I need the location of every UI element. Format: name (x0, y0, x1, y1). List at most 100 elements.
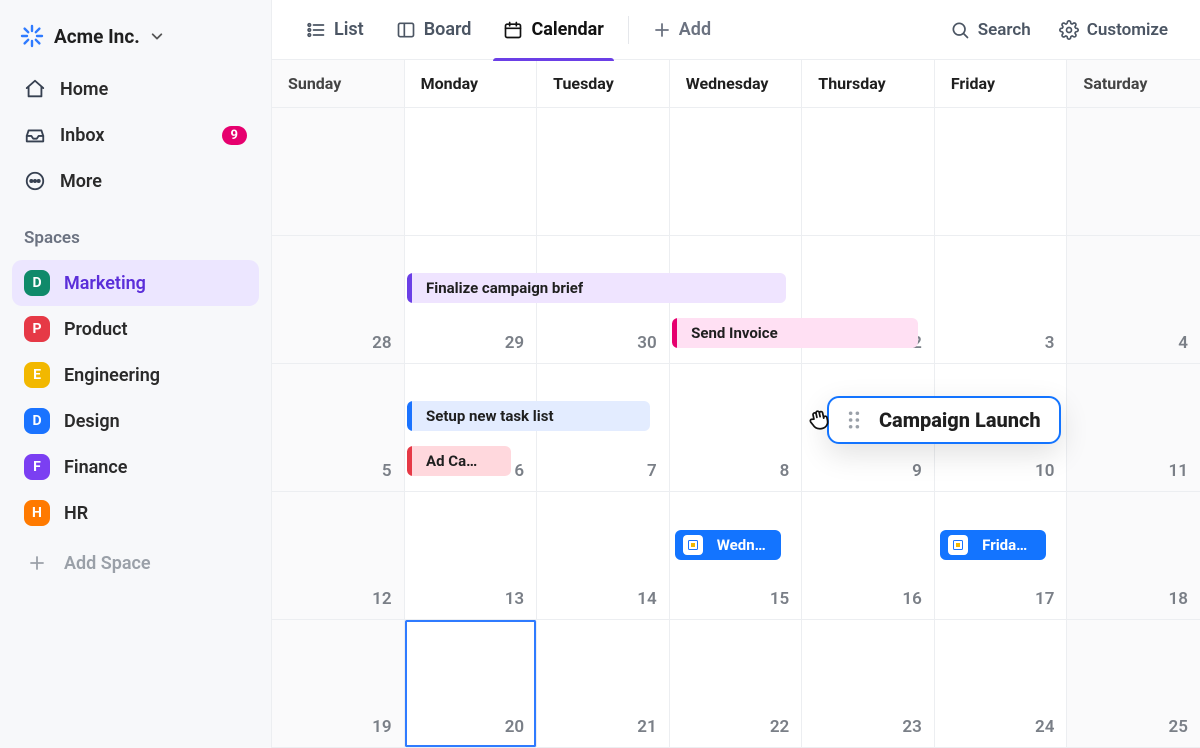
calendar-cell[interactable]: 19 (272, 620, 405, 748)
calendar-icon (503, 20, 523, 40)
calendar-cell[interactable]: 8 (670, 364, 803, 492)
google-calendar-icon (948, 535, 968, 555)
calendar-cell[interactable]: 12 (272, 492, 405, 620)
space-avatar: P (24, 316, 50, 342)
calendar-cell[interactable]: 14 (537, 492, 670, 620)
day-header: Friday (935, 60, 1068, 107)
calendar-cell[interactable]: 5 (272, 364, 405, 492)
day-header: Wednesday (670, 60, 803, 107)
space-item-engineering[interactable]: EEngineering (12, 352, 259, 398)
nav-home[interactable]: Home (12, 68, 259, 110)
event-label: Send Invoice (685, 324, 778, 342)
customize-button[interactable]: Customize (1047, 10, 1180, 50)
calendar-cell[interactable] (405, 108, 538, 236)
main: List Board Calendar Add (272, 0, 1200, 748)
space-item-hr[interactable]: HHR (12, 490, 259, 536)
event-label: Setup new task list (420, 407, 554, 425)
calendar-cell[interactable]: 23 (802, 620, 935, 748)
space-avatar: H (24, 500, 50, 526)
day-header: Saturday (1067, 60, 1200, 107)
day-number: 24 (1035, 717, 1054, 737)
calendar-cell[interactable] (802, 108, 935, 236)
space-avatar: D (24, 408, 50, 434)
tab-list[interactable]: List (292, 0, 378, 60)
calendar-cell[interactable]: 18 (1067, 492, 1200, 620)
calendar-cell[interactable]: 24 (935, 620, 1068, 748)
calendar-cell[interactable] (670, 108, 803, 236)
dragging-event-campaign-launch[interactable]: Campaign Launch (827, 396, 1061, 444)
search-button[interactable]: Search (938, 10, 1043, 50)
inbox-icon (24, 124, 46, 146)
nav-more-label: More (60, 171, 102, 192)
day-number: 23 (902, 717, 921, 737)
chevron-down-icon (150, 29, 164, 43)
calendar-cell[interactable]: 16 (802, 492, 935, 620)
tab-add-view[interactable]: Add (639, 0, 725, 60)
add-space-button[interactable]: Add Space (12, 540, 259, 586)
tab-calendar-label: Calendar (531, 19, 603, 40)
event-finalize-campaign-brief[interactable]: Finalize campaign brief (407, 273, 786, 303)
tab-calendar[interactable]: Calendar (489, 0, 617, 60)
calendar-cell[interactable]: 28 (272, 236, 405, 364)
day-number: 9 (912, 461, 922, 481)
day-number: 28 (372, 333, 391, 353)
calendar-cell[interactable] (272, 108, 405, 236)
day-number: 30 (637, 333, 656, 353)
day-number: 7 (647, 461, 657, 481)
calendar-cell[interactable]: 13 (405, 492, 538, 620)
calendar-cell[interactable]: 21 (537, 620, 670, 748)
day-header: Tuesday (537, 60, 670, 107)
workspace-switcher[interactable]: Acme Inc. (12, 18, 259, 64)
dragging-event-label: Campaign Launch (879, 408, 1041, 432)
day-number: 29 (505, 333, 524, 353)
space-item-marketing[interactable]: DMarketing (12, 260, 259, 306)
space-avatar: D (24, 270, 50, 296)
day-number: 21 (637, 717, 656, 737)
calendar-cell[interactable]: 20 (405, 620, 538, 748)
nav-more[interactable]: More (12, 160, 259, 202)
nav-inbox[interactable]: Inbox 9 (12, 114, 259, 156)
calendar: SundayMondayTuesdayWednesdayThursdayFrid… (272, 60, 1200, 748)
calendar-grid[interactable]: 2829301234567891011121314151617181920212… (272, 108, 1200, 748)
day-number: 8 (780, 461, 790, 481)
space-label: Engineering (64, 365, 160, 386)
plus-icon (653, 21, 671, 39)
nav-inbox-label: Inbox (60, 125, 104, 146)
space-item-finance[interactable]: FFinance (12, 444, 259, 490)
day-number: 15 (770, 589, 789, 609)
space-label: Product (64, 319, 128, 340)
calendar-cell[interactable]: 25 (1067, 620, 1200, 748)
workspace-logo-icon (20, 24, 44, 48)
space-item-design[interactable]: DDesign (12, 398, 259, 444)
divider (628, 16, 629, 44)
event-color-bar (407, 446, 412, 476)
event-send-invoice[interactable]: Send Invoice (672, 318, 918, 348)
event-gcal-friday[interactable]: Frida… (940, 530, 1046, 560)
event-ad-campaign[interactable]: Ad Ca… (407, 446, 511, 476)
calendar-cell[interactable]: 4 (1067, 236, 1200, 364)
list-icon (306, 20, 326, 40)
calendar-cell[interactable]: 22 (670, 620, 803, 748)
event-gcal-wednesday[interactable]: Wedn… (675, 530, 781, 560)
customize-label: Customize (1087, 20, 1168, 40)
day-header: Sunday (272, 60, 405, 107)
day-number: 16 (902, 589, 921, 609)
day-number: 25 (1169, 717, 1188, 737)
day-number: 13 (505, 589, 524, 609)
space-item-product[interactable]: P Product (12, 306, 259, 352)
calendar-cell[interactable] (1067, 108, 1200, 236)
search-label: Search (978, 20, 1031, 40)
event-label: Frida… (976, 536, 1027, 554)
day-header: Monday (405, 60, 538, 107)
calendar-cell[interactable]: 11 (1067, 364, 1200, 492)
calendar-cell[interactable]: 3 (935, 236, 1068, 364)
spaces-list: DMarketing P Product EEngineeringDDesignFFi… (12, 260, 259, 536)
tab-board[interactable]: Board (382, 0, 486, 60)
calendar-day-headers: SundayMondayTuesdayWednesdayThursdayFrid… (272, 60, 1200, 108)
board-icon (396, 20, 416, 40)
event-color-bar (407, 273, 412, 303)
day-number: 11 (1169, 461, 1188, 481)
event-setup-task-list[interactable]: Setup new task list (407, 401, 650, 431)
calendar-cell[interactable] (935, 108, 1068, 236)
calendar-cell[interactable] (537, 108, 670, 236)
